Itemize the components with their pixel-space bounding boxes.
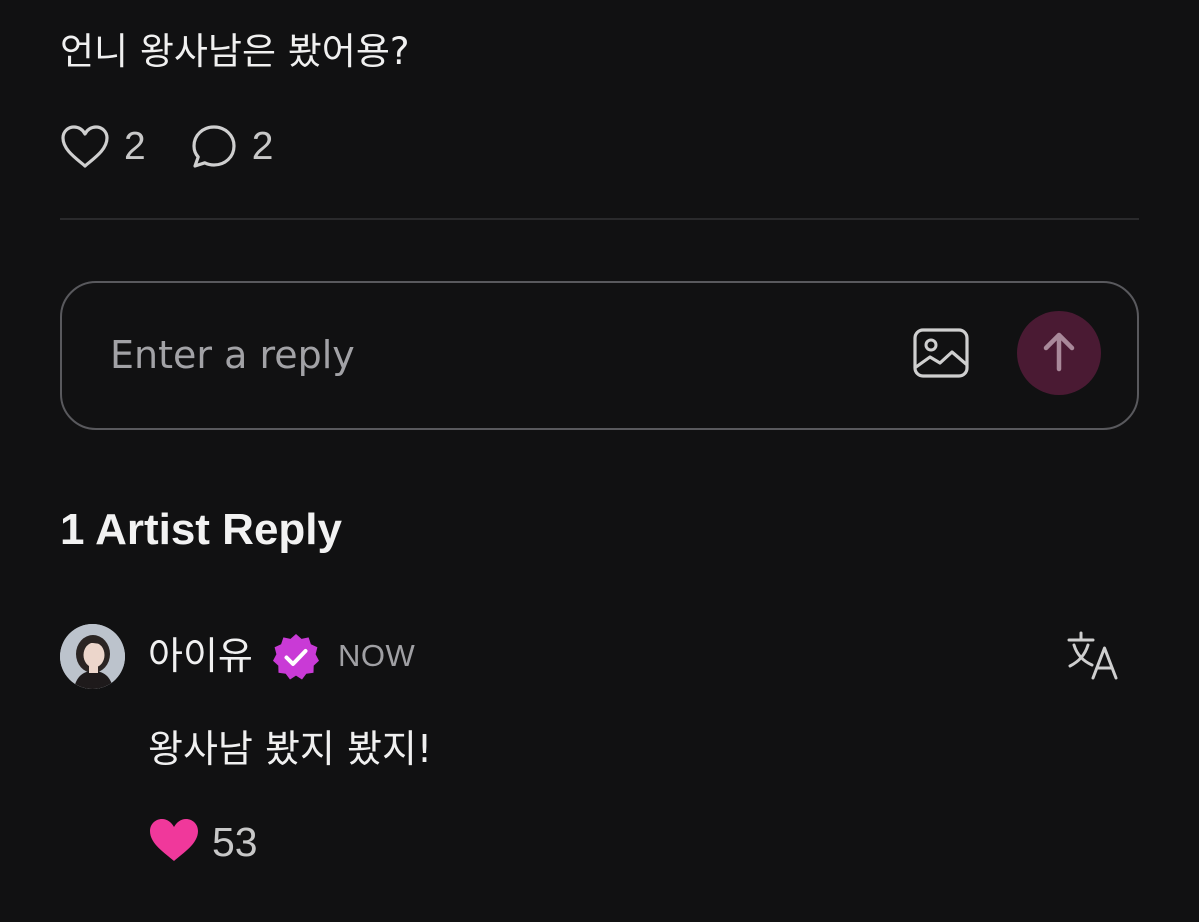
reply-like-count: 53	[212, 818, 258, 865]
attach-image-button[interactable]	[912, 327, 970, 381]
post-actions: 2 2	[60, 122, 273, 172]
reply-input[interactable]	[110, 325, 870, 385]
artist-name[interactable]: 아이유	[148, 630, 253, 682]
like-count: 2	[124, 125, 146, 168]
translate-icon	[1066, 631, 1120, 686]
verified-badge-icon	[271, 632, 321, 682]
artist-reply-text: 왕사남 봤지 봤지!	[148, 727, 433, 771]
translate-button[interactable]	[1066, 630, 1120, 682]
speech-bubble-icon	[190, 123, 238, 171]
divider	[60, 218, 1139, 220]
reply-timestamp: NOW	[338, 638, 416, 673]
image-icon	[912, 328, 970, 385]
heart-outline-icon	[60, 124, 110, 170]
artist-replies-title: 1 Artist Reply	[60, 505, 343, 554]
comment-count: 2	[251, 125, 274, 168]
post-text: 언니 왕사남은 봤어용?	[60, 30, 410, 73]
reply-composer	[60, 281, 1139, 430]
avatar[interactable]	[60, 624, 125, 689]
send-button[interactable]	[1017, 311, 1101, 395]
comment-button[interactable]: 2	[190, 123, 274, 171]
like-button[interactable]: 2	[60, 124, 146, 170]
reply-like-button[interactable]: 53	[148, 814, 258, 870]
arrow-up-icon	[1039, 329, 1079, 377]
heart-filled-icon	[148, 817, 200, 867]
